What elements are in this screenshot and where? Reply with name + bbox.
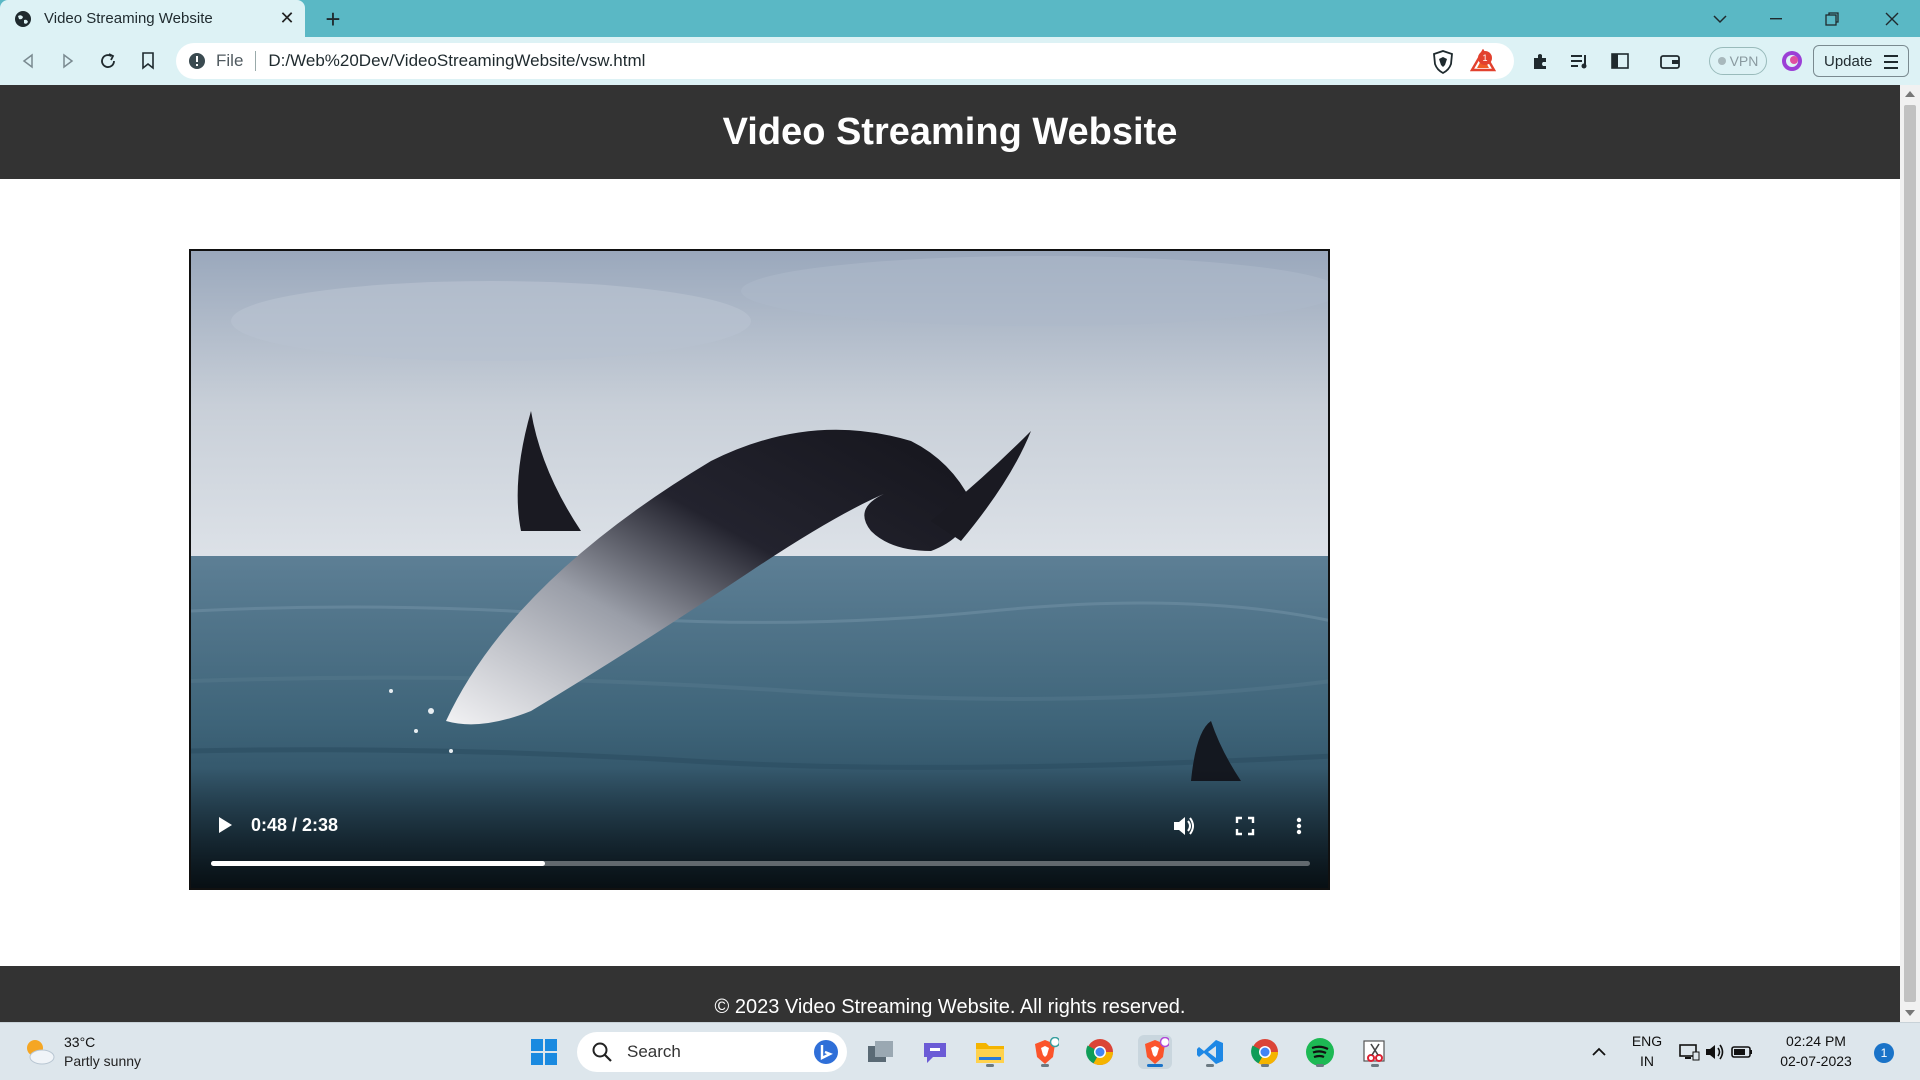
vscode-icon[interactable]	[1193, 1035, 1227, 1069]
back-button[interactable]	[12, 45, 44, 77]
running-indicator	[1371, 1064, 1379, 1067]
running-indicator	[1041, 1064, 1049, 1067]
show-hidden-icons-chevron-icon[interactable]	[1582, 1035, 1616, 1069]
browser-tab[interactable]: Video Streaming Website ✕	[0, 0, 305, 37]
forward-button[interactable]	[52, 45, 84, 77]
tab-title: Video Streaming Website	[44, 10, 213, 27]
file-explorer-icon[interactable]	[973, 1035, 1007, 1069]
windows-start-icon[interactable]	[527, 1035, 561, 1069]
network-icon	[1679, 1044, 1700, 1061]
weather-condition: Partly sunny	[64, 1053, 142, 1069]
vpn-button[interactable]: VPN	[1709, 47, 1767, 75]
globe-icon	[15, 10, 31, 27]
wallet-icon[interactable]	[1654, 45, 1686, 77]
new-tab-button[interactable]: +	[318, 4, 348, 34]
scroll-down-arrow-icon[interactable]	[1905, 1010, 1915, 1016]
sidebar-icon[interactable]	[1604, 45, 1636, 77]
restore-button[interactable]	[1804, 0, 1860, 37]
search-label: Search	[627, 1042, 681, 1061]
brave-shields-icon[interactable]	[1432, 50, 1454, 74]
close-window-button[interactable]	[1864, 0, 1920, 37]
minimize-button[interactable]	[1748, 0, 1804, 37]
address-divider	[255, 51, 257, 71]
tab-close-icon[interactable]: ✕	[275, 7, 299, 31]
scroll-up-arrow-icon[interactable]	[1905, 91, 1915, 97]
brave-browser-active-icon[interactable]	[1138, 1035, 1172, 1069]
brave-beta-icon[interactable]	[1028, 1035, 1062, 1069]
scheme-label: File	[216, 51, 244, 70]
running-indicator	[1206, 1064, 1214, 1067]
clock-time: 02:24 PM	[1786, 1033, 1846, 1049]
browser-toolbar: File D:/Web%20Dev/VideoStreamingWebsite/…	[0, 37, 1920, 85]
language-indicator[interactable]: ENG IN	[1630, 1031, 1664, 1071]
running-indicator	[1316, 1064, 1324, 1067]
rewards-badge: 1	[1478, 51, 1492, 65]
clock-date: 02-07-2023	[1780, 1053, 1852, 1069]
page-scrollbar[interactable]	[1900, 85, 1920, 1022]
task-view-icon[interactable]	[864, 1035, 898, 1069]
chrome-icon[interactable]	[1083, 1035, 1117, 1069]
leo-ai-icon[interactable]	[1776, 45, 1808, 77]
vpn-status-dot	[1717, 57, 1726, 65]
time-display: 0:48 / 2:38	[251, 815, 339, 835]
search-icon	[592, 1042, 612, 1062]
battery-icon	[1731, 1046, 1752, 1058]
page-title: Video Streaming Website	[722, 110, 1178, 153]
teams-chat-icon[interactable]	[918, 1035, 952, 1069]
site-info-icon[interactable]	[188, 52, 206, 70]
system-status-tray[interactable]	[1676, 1035, 1756, 1069]
scrollbar-thumb[interactable]	[1904, 105, 1916, 1002]
controls-overlay	[191, 768, 1328, 888]
playlist-icon[interactable]	[1564, 45, 1596, 77]
running-indicator	[1261, 1064, 1269, 1067]
extensions-puzzle-icon[interactable]	[1524, 45, 1556, 77]
video-player[interactable]: 0:48 / 2:38	[189, 249, 1330, 890]
chrome-profile-icon[interactable]	[1248, 1035, 1282, 1069]
reload-button[interactable]	[92, 45, 124, 77]
windows-taskbar: 33°C Partly sunny Search ENG IN 02:24 PM…	[0, 1022, 1920, 1080]
bing-icon[interactable]	[813, 1039, 839, 1065]
fullscreen-icon[interactable]	[1231, 812, 1259, 840]
bookmark-button[interactable]	[132, 45, 164, 77]
language-line-1: ENG	[1631, 1033, 1663, 1049]
taskbar-search[interactable]: Search	[577, 1032, 847, 1072]
brave-rewards-icon[interactable]: 1	[1469, 48, 1500, 75]
vpn-label: VPN	[1729, 53, 1759, 69]
running-indicator	[986, 1064, 994, 1067]
video-progress-fill	[211, 861, 546, 866]
more-options-icon[interactable]	[1292, 812, 1306, 840]
partly-sunny-icon	[27, 1040, 55, 1065]
video-progress-bar[interactable]	[211, 861, 1310, 866]
language-line-2: IN	[1640, 1053, 1654, 1069]
update-button[interactable]: Update	[1813, 45, 1909, 77]
notification-badge[interactable]: 1	[1874, 1043, 1894, 1063]
address-bar[interactable]: File D:/Web%20Dev/VideoStreamingWebsite/…	[176, 43, 1514, 79]
url-text[interactable]: D:/Web%20Dev/VideoStreamingWebsite/vsw.h…	[268, 51, 645, 71]
volume-tray-icon	[1706, 1044, 1724, 1060]
site-footer: © 2023 Video Streaming Website. All righ…	[0, 966, 1900, 1022]
browser-tab-strip: Video Streaming Website ✕ +	[0, 0, 1920, 37]
play-icon[interactable]	[211, 811, 239, 839]
weather-temperature: 33°C	[64, 1034, 96, 1050]
update-label: Update	[1824, 52, 1873, 70]
spotify-icon[interactable]	[1303, 1035, 1337, 1069]
weather-widget[interactable]: 33°C Partly sunny	[22, 1033, 141, 1071]
menu-hamburger-icon	[1884, 55, 1898, 73]
site-header: Video Streaming Website	[0, 85, 1900, 179]
footer-copyright: © 2023 Video Streaming Website. All righ…	[714, 996, 1186, 1018]
active-indicator	[1147, 1064, 1163, 1067]
snipping-tool-icon[interactable]	[1358, 1035, 1392, 1069]
page-viewport: Video Streaming Website 0:48 / 2:38 © 20…	[0, 85, 1900, 1022]
volume-icon[interactable]	[1169, 811, 1199, 841]
tab-search-chevron-icon[interactable]	[1692, 0, 1748, 37]
clock[interactable]: 02:24 PM 02-07-2023	[1770, 1031, 1862, 1071]
